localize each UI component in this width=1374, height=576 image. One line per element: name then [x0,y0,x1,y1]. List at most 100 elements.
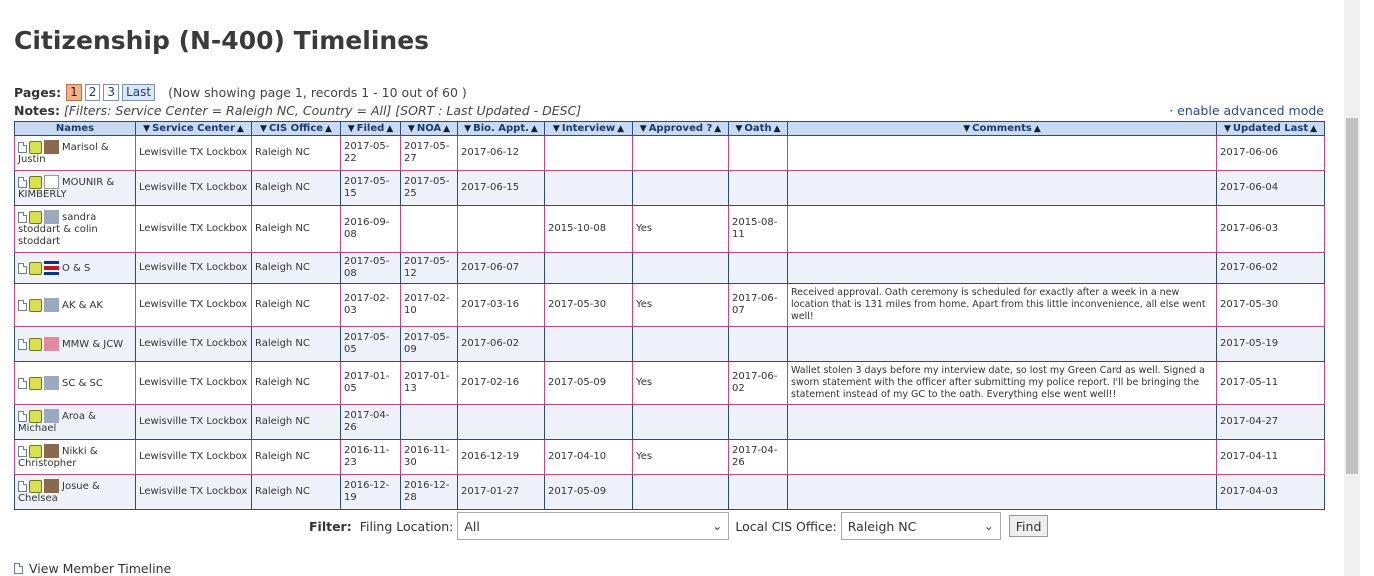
cell-interview [544,135,633,171]
column-header[interactable]: ▼ NOA ▲ [400,121,458,136]
document-icon[interactable] [18,211,27,223]
people-icon[interactable] [29,140,42,154]
cell-approved [632,326,729,362]
scrollbar-thumb[interactable] [1346,118,1358,474]
document-icon[interactable] [18,445,27,457]
document-icon[interactable] [18,338,27,350]
chevron-down-icon: ⌄ [983,519,994,533]
name-cell[interactable]: Aroa & Michael [14,404,136,440]
column-header[interactable]: ▼ Service Center ▲ [135,121,252,136]
sort-down-icon[interactable]: ▼ [408,124,415,134]
member-name-link[interactable]: SC & SC [62,378,103,389]
member-name-link[interactable]: O & S [62,263,90,274]
name-cell[interactable]: MOUNIR & KIMBERLY [14,170,136,206]
column-header[interactable]: ▼ CIS Office ▲ [251,121,341,136]
page-link-2[interactable]: 2 [84,84,101,101]
cell-oath [728,135,788,171]
name-cell[interactable]: MMW & JCW [14,326,136,362]
member-name-link[interactable]: MMW & JCW [62,339,123,350]
name-cell[interactable]: Josue & Chelsea [14,474,136,510]
sort-down-icon[interactable]: ▼ [464,124,471,134]
filing-location-select[interactable]: All ⌄ [457,512,730,540]
document-icon[interactable] [18,262,27,274]
column-header[interactable]: ▼ Approved ? ▲ [632,121,729,136]
cell-oath [728,404,788,440]
page-link-3[interactable]: 3 [103,84,120,101]
people-icon[interactable] [29,444,42,458]
people-icon[interactable] [29,261,42,275]
people-icon[interactable] [29,376,42,390]
table-row: sandra stoddart & colin stoddart Lewisvil… [14,205,1325,253]
member-name-link[interactable]: AK & AK [62,300,103,311]
photo-avatar-icon [44,479,59,493]
sort-up-icon[interactable]: ▲ [1310,124,1317,134]
column-header[interactable]: ▼ Bio. Appt. ▲ [457,121,545,136]
people-icon[interactable] [29,409,42,423]
name-cell[interactable]: O & S [14,252,136,284]
sort-down-icon[interactable]: ▼ [143,124,150,134]
document-icon[interactable] [18,141,27,153]
sort-up-icon[interactable]: ▲ [386,124,393,134]
name-cell[interactable]: Nikki & Christopher [14,439,136,475]
cell-comments [787,326,1217,362]
column-header[interactable]: ▼ Interview ▲ [544,121,633,136]
column-header[interactable]: Names [14,121,136,136]
column-header[interactable]: ▼ Oath ▲ [728,121,788,136]
sort-up-icon[interactable]: ▲ [443,124,450,134]
cell-oath [728,252,788,284]
sort-down-icon[interactable]: ▼ [348,124,355,134]
column-header-label: NOA [416,123,442,134]
sort-down-icon[interactable]: ▼ [736,124,743,134]
column-header[interactable]: ▼ Comments ▲ [787,121,1217,136]
name-cell[interactable]: AK & AK [14,283,136,327]
sort-up-icon[interactable]: ▲ [714,124,721,134]
cell-bio: 2017-06-02 [457,326,545,362]
document-icon[interactable] [18,480,27,492]
document-icon[interactable] [18,176,27,188]
column-header[interactable]: ▼ Filed ▲ [340,121,401,136]
column-header-label: CIS Office [268,123,324,134]
cell-bio [457,205,545,253]
view-member-timeline-link[interactable]: View Member Timeline [14,561,171,576]
people-icon[interactable] [29,337,42,351]
sort-up-icon[interactable]: ▲ [531,124,538,134]
column-header-label: Comments [972,123,1032,134]
enable-advanced-mode-link[interactable]: · enable advanced mode [1169,103,1324,118]
vertical-scrollbar[interactable] [1344,0,1360,576]
page-link-last[interactable]: Last [122,84,156,101]
local-cis-office-select[interactable]: Raleigh NC ⌄ [840,512,1001,540]
people-icon[interactable] [29,298,42,312]
cell-updated: 2017-05-19 [1216,326,1325,362]
cell-center: Lewisville TX Lockbox [135,439,252,475]
cell-center: Lewisville TX Lockbox [135,283,252,327]
people-icon[interactable] [29,175,42,189]
sort-up-icon[interactable]: ▲ [1034,124,1041,134]
name-cell[interactable]: sandra stoddart & colin stoddart [14,205,136,253]
cell-approved [632,474,729,510]
sort-down-icon[interactable]: ▼ [553,124,560,134]
sort-up-icon[interactable]: ▲ [325,124,332,134]
document-icon [14,563,23,574]
name-cell[interactable]: SC & SC [14,361,136,405]
document-icon[interactable] [18,377,27,389]
table-header-row: Names ▼ Service Center ▲ ▼ CIS Office ▲ ▼ Filed ▲… [14,121,1325,136]
cell-comments: Wallet stolen 3 days before my interview… [787,361,1217,405]
page-link-1[interactable]: 1 [66,84,82,101]
sort-down-icon[interactable]: ▼ [260,124,267,134]
cell-approved: Yes [632,283,729,327]
people-icon[interactable] [29,479,42,493]
name-cell[interactable]: Marisol & Justin [14,135,136,171]
sort-down-icon[interactable]: ▼ [640,124,647,134]
filter-bar: Filter: Filing Location: All ⌄ Local CIS… [309,512,1049,540]
cell-interview: 2017-05-09 [544,474,633,510]
sort-down-icon[interactable]: ▼ [1224,124,1231,134]
document-icon[interactable] [18,299,27,311]
sort-up-icon[interactable]: ▲ [774,124,781,134]
document-icon[interactable] [18,410,27,422]
sort-up-icon[interactable]: ▲ [237,124,244,134]
sort-down-icon[interactable]: ▼ [963,124,970,134]
sort-up-icon[interactable]: ▲ [617,124,624,134]
find-button[interactable]: Find [1008,515,1049,537]
column-header[interactable]: ▼ Updated Last ▲ [1216,121,1325,136]
people-icon[interactable] [29,210,42,224]
